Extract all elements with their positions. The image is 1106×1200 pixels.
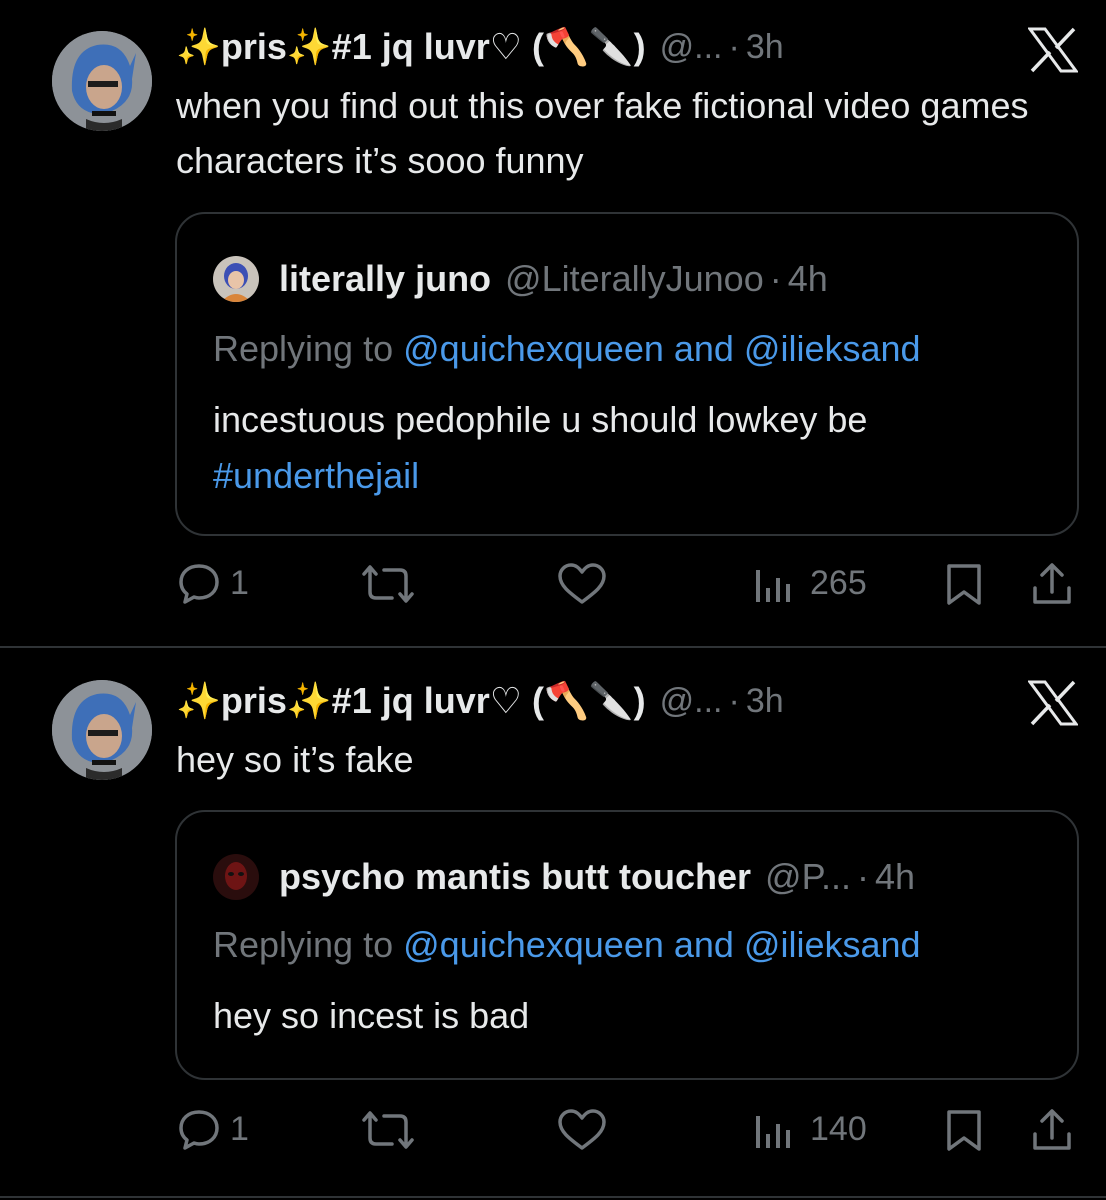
action-bar: 1 265 (0, 560, 1106, 610)
quoted-time: 4h (874, 856, 916, 897)
bookmark-button[interactable] (944, 562, 984, 606)
reply-count: 1 (230, 563, 249, 602)
bar-chart-icon (756, 570, 790, 602)
action-bar: 1 140 (0, 1106, 1106, 1156)
separator-dot: · (728, 27, 740, 66)
bookmark-icon (947, 1110, 981, 1151)
heart-icon (558, 1109, 606, 1150)
quoted-text: hey so incest is bad (213, 995, 530, 1036)
avatar-image (52, 680, 152, 780)
share-button[interactable] (1030, 562, 1074, 606)
share-upload-icon (1033, 563, 1071, 604)
post[interactable]: ✨pris✨#1 jq luvr♡ (🪓🔪) @... · 3h hey so … (0, 650, 1106, 1200)
separator-dot: · (728, 681, 740, 720)
reply-button[interactable]: 1 (176, 1106, 249, 1152)
avatar-image (213, 854, 259, 900)
avatar-image (213, 256, 259, 302)
reply-count: 1 (230, 1109, 249, 1148)
share-button[interactable] (1030, 1108, 1074, 1152)
post-text: hey so it’s fake (176, 739, 414, 780)
post-header: ✨pris✨#1 jq luvr♡ (🪓🔪) @... · 3h (176, 22, 784, 72)
x-logo-icon[interactable] (1028, 680, 1078, 726)
post-divider (0, 646, 1106, 648)
like-button[interactable] (556, 1108, 608, 1152)
share-upload-icon (1033, 1109, 1071, 1150)
quoted-time: 4h (787, 258, 828, 299)
views-count: 265 (810, 563, 867, 602)
replying-targets[interactable]: @quichexqueen and @ilieksand (403, 328, 920, 369)
author-avatar[interactable] (52, 680, 152, 780)
author-name[interactable]: ✨pris✨#1 jq luvr♡ (🪓🔪) (176, 26, 646, 68)
reply-button[interactable]: 1 (176, 560, 249, 606)
author-name[interactable]: ✨pris✨#1 jq luvr♡ (🪓🔪) (176, 680, 646, 722)
repost-arrows-icon (362, 565, 414, 603)
views-button[interactable]: 140 (752, 1106, 867, 1152)
repost-button[interactable] (356, 1108, 420, 1152)
separator-dot: · (769, 258, 782, 299)
quoted-header: psycho mantis butt toucher @P... · 4h (213, 852, 915, 902)
views-count: 140 (810, 1109, 867, 1148)
replying-targets[interactable]: @quichexqueen and @ilieksand (403, 924, 920, 965)
repost-arrows-icon (362, 1111, 414, 1149)
quoted-avatar (213, 854, 259, 900)
quoted-author-name[interactable]: literally juno (279, 258, 491, 300)
bookmark-icon (947, 564, 981, 605)
quoted-author-name[interactable]: psycho mantis butt toucher (279, 856, 751, 898)
quoted-post[interactable]: psycho mantis butt toucher @P... · 4h Re… (175, 810, 1079, 1080)
heart-icon (558, 563, 606, 604)
replying-to: Replying to @quichexqueen and @ilieksand (213, 328, 921, 370)
quoted-author-handle[interactable]: @P... (765, 856, 851, 898)
post-text: when you find out this over fake fiction… (176, 85, 1029, 181)
post-time[interactable]: 3h (746, 682, 784, 721)
author-handle[interactable]: @... (660, 28, 723, 67)
quoted-text: incestuous pedophile u should lowkey be … (213, 392, 1053, 504)
speech-bubble-icon (179, 1110, 219, 1150)
separator-dot: · (856, 856, 869, 897)
post[interactable]: ✨pris✨#1 jq luvr♡ (🪓🔪) @... · 3h when yo… (0, 0, 1106, 648)
post-time[interactable]: 3h (746, 28, 784, 67)
author-handle[interactable]: @... (660, 682, 723, 721)
x-logo-icon[interactable] (1028, 27, 1078, 73)
bookmark-button[interactable] (944, 1108, 984, 1152)
views-button[interactable]: 265 (752, 560, 867, 606)
avatar-image (52, 31, 152, 131)
quoted-header: literally juno @LiterallyJunoo · 4h (213, 254, 828, 304)
repost-button[interactable] (356, 562, 420, 606)
quoted-text-body: incestuous pedophile u should lowkey be (213, 399, 868, 440)
quoted-post[interactable]: literally juno @LiterallyJunoo · 4h Repl… (175, 212, 1079, 536)
quoted-avatar (213, 256, 259, 302)
speech-bubble-icon (179, 564, 219, 604)
author-avatar[interactable] (52, 31, 152, 131)
replying-prefix: Replying to (213, 328, 394, 369)
post-divider (0, 1196, 1106, 1198)
hashtag-link[interactable]: #underthejail (213, 455, 419, 496)
like-button[interactable] (556, 562, 608, 606)
bar-chart-icon (756, 1116, 790, 1148)
post-header: ✨pris✨#1 jq luvr♡ (🪓🔪) @... · 3h (176, 676, 784, 726)
quoted-author-handle[interactable]: @LiterallyJunoo (505, 258, 764, 300)
replying-prefix: Replying to (213, 924, 394, 965)
replying-to: Replying to @quichexqueen and @ilieksand (213, 924, 921, 966)
